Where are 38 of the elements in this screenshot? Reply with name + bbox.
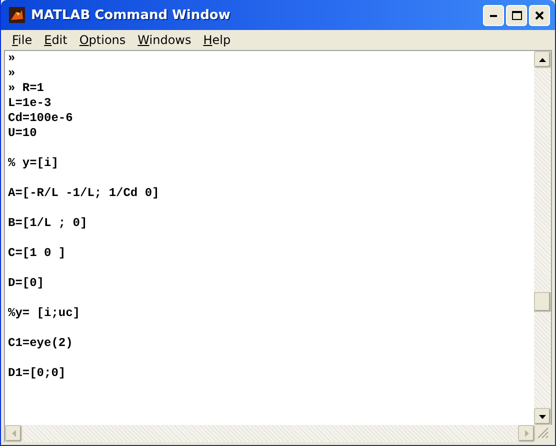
command-line: D1=[0;0] — [8, 366, 67, 381]
command-line: » — [8, 51, 16, 66]
command-window[interactable]: » » » R=1 L=1e-3 Cd=100e-6 U=10 % y=[i] A=[-R/L -1/L; 1/Cd 0] B=[1/L ; 0] C=[1 0 ] D=[0] %y= [i;uc] C1=eye(2) D1=[0;0] — [5, 51, 534, 425]
minimize-icon — [490, 14, 498, 16]
scroll-up-button[interactable] — [534, 51, 551, 68]
command-line: » — [8, 66, 16, 81]
close-button[interactable] — [529, 4, 550, 26]
command-line: C=[1 0 ] — [8, 246, 67, 261]
up-arrow-icon — [539, 58, 546, 62]
command-line: B=[1/L ; 0] — [8, 216, 88, 231]
menu-item[interactable]: File — [6, 33, 38, 47]
command-line: L=1e-3 — [8, 96, 52, 111]
menu-item[interactable]: Help — [197, 33, 237, 47]
right-arrow-icon — [524, 430, 528, 437]
command-line: C1=eye(2) — [8, 336, 74, 351]
scroll-down-button[interactable] — [534, 408, 551, 425]
close-icon — [535, 10, 544, 20]
minimize-button[interactable] — [483, 4, 504, 26]
vertical-scrollbar[interactable] — [534, 51, 551, 425]
command-line: Cd=100e-6 — [8, 111, 74, 126]
command-line: D=[0] — [8, 276, 46, 291]
menu-item[interactable]: Edit — [38, 33, 74, 47]
command-line: A=[-R/L -1/L; 1/Cd 0] — [8, 186, 160, 201]
window-title: MATLAB Command Window — [31, 8, 232, 22]
maximize-button[interactable] — [506, 4, 527, 26]
horizontal-scrollbar[interactable] — [5, 425, 535, 442]
menu-item[interactable]: Options — [73, 33, 132, 47]
scroll-left-button[interactable] — [5, 425, 22, 442]
command-line: » R=1 — [8, 81, 46, 96]
command-line: %y= [i;uc] — [8, 306, 82, 321]
command-line: U=10 — [8, 126, 38, 141]
menu-item[interactable]: Windows — [132, 33, 198, 47]
maximize-icon — [512, 10, 522, 20]
command-line: % y=[i] — [8, 156, 60, 171]
app-icon — [9, 7, 25, 23]
scroll-thumb[interactable] — [534, 292, 551, 312]
down-arrow-icon — [539, 414, 546, 418]
left-arrow-icon — [12, 430, 16, 437]
